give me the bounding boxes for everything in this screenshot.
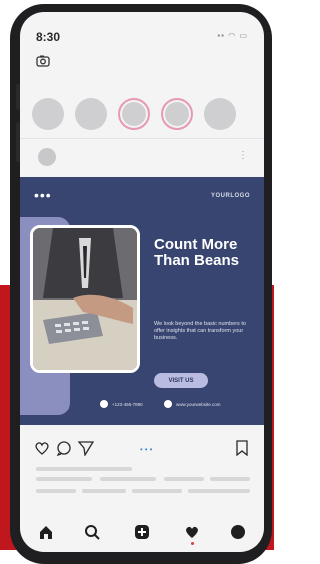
add-post-icon[interactable]	[134, 524, 150, 540]
caption-placeholder-line	[36, 477, 92, 481]
comment-icon[interactable]	[56, 440, 72, 456]
caption-placeholder-line	[188, 489, 250, 493]
home-icon[interactable]	[38, 524, 54, 540]
bottom-nav	[20, 518, 264, 552]
caption-placeholder-line	[164, 477, 204, 481]
brand-logo: YOURLOGO	[210, 193, 250, 199]
notification-dot	[191, 542, 194, 545]
post-headline: Count More Than Beans	[154, 236, 240, 269]
dots-decoration-icon: •••	[34, 187, 52, 203]
caption-placeholder-line	[36, 467, 132, 471]
contact-phone: +123-456-7890	[100, 400, 143, 408]
phone-screen: 8:30 ▪▪ ◠ ▭ ⋮ ••• YOURLOGO Count More Th…	[20, 12, 264, 552]
contact-website-text: www.yourwebsite.com	[176, 401, 221, 407]
bookmark-icon[interactable]	[234, 440, 250, 456]
caption-placeholder-line	[36, 489, 76, 493]
heart-icon[interactable]	[34, 440, 50, 456]
activity-heart-icon[interactable]	[184, 524, 200, 540]
businessman-calculator-image	[33, 228, 137, 370]
camera-icon[interactable]	[36, 54, 50, 68]
story-avatar[interactable]	[75, 98, 107, 130]
share-icon[interactable]	[78, 440, 94, 456]
divider	[20, 138, 264, 139]
more-options-icon[interactable]: ⋮	[238, 150, 248, 161]
carousel-indicator: •••	[140, 445, 155, 454]
stories-row	[32, 98, 236, 130]
story-avatar[interactable]	[204, 98, 236, 130]
post-image[interactable]: ••• YOURLOGO Count More Than Beans We lo…	[20, 177, 264, 425]
profile-icon[interactable]	[230, 524, 246, 540]
story-avatar-unseen[interactable]	[161, 98, 193, 130]
visit-us-button[interactable]: VISIT US	[154, 373, 208, 388]
status-time: 8:30	[36, 30, 61, 44]
phone-icon	[100, 400, 108, 408]
contact-phone-text: +123-456-7890	[112, 401, 143, 407]
caption-placeholder-line	[82, 489, 126, 493]
dot-pattern-decoration	[25, 404, 69, 410]
story-avatar-unseen[interactable]	[118, 98, 150, 130]
post-author-avatar[interactable]	[38, 148, 56, 166]
post-actions: •••	[34, 440, 250, 456]
status-icons: ▪▪ ◠ ▭	[217, 31, 248, 40]
globe-icon	[164, 400, 172, 408]
post-photo	[30, 225, 140, 373]
caption-placeholder-line	[100, 477, 156, 481]
story-avatar[interactable]	[32, 98, 64, 130]
contact-website: www.yourwebsite.com	[164, 400, 221, 408]
post-body-text: We look beyond the basic numbers to offe…	[154, 321, 246, 341]
caption-placeholder-line	[210, 477, 250, 481]
search-icon[interactable]	[84, 524, 100, 540]
caption-placeholder-line	[132, 489, 182, 493]
